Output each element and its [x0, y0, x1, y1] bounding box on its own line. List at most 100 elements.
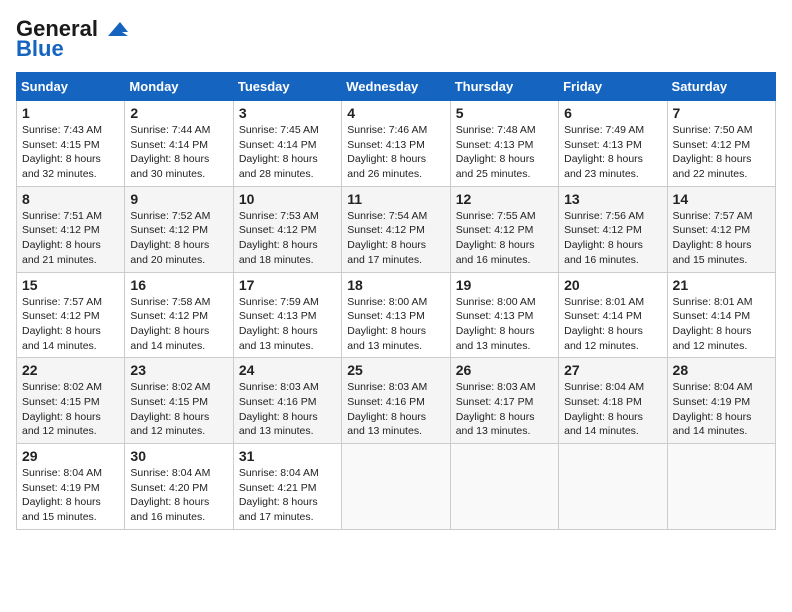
header-cell-thursday: Thursday — [450, 73, 558, 101]
cell-content: Sunrise: 7:56 AMSunset: 4:12 PMDaylight:… — [564, 210, 644, 266]
day-number: 7 — [673, 105, 770, 121]
day-number: 22 — [22, 362, 119, 378]
cell-content: Sunrise: 7:51 AMSunset: 4:12 PMDaylight:… — [22, 210, 102, 266]
day-number: 6 — [564, 105, 661, 121]
calendar-week-row: 15 Sunrise: 7:57 AMSunset: 4:12 PMDayligh… — [17, 272, 776, 358]
day-number: 14 — [673, 191, 770, 207]
cell-content: Sunrise: 8:03 AMSunset: 4:16 PMDaylight:… — [239, 381, 319, 437]
cell-content: Sunrise: 8:02 AMSunset: 4:15 PMDaylight:… — [130, 381, 210, 437]
calendar-cell: 9 Sunrise: 7:52 AMSunset: 4:12 PMDaylight… — [125, 186, 233, 272]
calendar-cell: 8 Sunrise: 7:51 AMSunset: 4:12 PMDaylight… — [17, 186, 125, 272]
cell-content: Sunrise: 8:04 AMSunset: 4:19 PMDaylight:… — [22, 467, 102, 523]
calendar-cell: 1 Sunrise: 7:43 AMSunset: 4:15 PMDaylight… — [17, 101, 125, 187]
day-number: 25 — [347, 362, 444, 378]
day-number: 31 — [239, 448, 336, 464]
calendar-cell: 6 Sunrise: 7:49 AMSunset: 4:13 PMDaylight… — [559, 101, 667, 187]
cell-content: Sunrise: 7:58 AMSunset: 4:12 PMDaylight:… — [130, 296, 210, 352]
calendar-cell: 20Sunrise: 8:01 AMSunset: 4:14 PMDayligh… — [559, 272, 667, 358]
calendar-cell: 30Sunrise: 8:04 AMSunset: 4:20 PMDayligh… — [125, 444, 233, 530]
header-cell-saturday: Saturday — [667, 73, 775, 101]
calendar-cell — [450, 444, 558, 530]
cell-content: Sunrise: 7:57 AMSunset: 4:12 PMDaylight:… — [22, 296, 102, 352]
calendar-body: 1 Sunrise: 7:43 AMSunset: 4:15 PMDaylight… — [17, 101, 776, 530]
cell-content: Sunrise: 7:50 AMSunset: 4:12 PMDaylight:… — [673, 124, 753, 180]
calendar-cell: 2Sunrise: 7:44 AMSunset: 4:14 PMDaylight… — [125, 101, 233, 187]
day-number: 18 — [347, 277, 444, 293]
calendar-cell: 19 Sunrise: 8:00 AMSunset: 4:13 PMDayligh… — [450, 272, 558, 358]
day-number: 29 — [22, 448, 119, 464]
calendar-week-row: 29 Sunrise: 8:04 AMSunset: 4:19 PMDayligh… — [17, 444, 776, 530]
cell-content: Sunrise: 8:04 AMSunset: 4:18 PMDaylight:… — [564, 381, 644, 437]
day-number: 1 — [22, 105, 119, 121]
day-number: 5 — [456, 105, 553, 121]
cell-content: Sunrise: 8:04 AMSunset: 4:19 PMDaylight:… — [673, 381, 753, 437]
calendar-cell — [667, 444, 775, 530]
logo-icon — [100, 18, 132, 40]
calendar-cell: 22 Sunrise: 8:02 AMSunset: 4:15 PMDayligh… — [17, 358, 125, 444]
cell-content: Sunrise: 7:49 AMSunset: 4:13 PMDaylight:… — [564, 124, 644, 180]
cell-content: Sunrise: 7:57 AMSunset: 4:12 PMDaylight:… — [673, 210, 753, 266]
day-number: 2 — [130, 105, 227, 121]
calendar-cell: 7 Sunrise: 7:50 AMSunset: 4:12 PMDaylight… — [667, 101, 775, 187]
calendar-cell: 10Sunrise: 7:53 AMSunset: 4:12 PMDayligh… — [233, 186, 341, 272]
calendar-cell: 16Sunrise: 7:58 AMSunset: 4:12 PMDayligh… — [125, 272, 233, 358]
cell-content: Sunrise: 7:48 AMSunset: 4:13 PMDaylight:… — [456, 124, 536, 180]
day-number: 15 — [22, 277, 119, 293]
calendar-cell: 13 Sunrise: 7:56 AMSunset: 4:12 PMDayligh… — [559, 186, 667, 272]
cell-content: Sunrise: 8:00 AMSunset: 4:13 PMDaylight:… — [456, 296, 536, 352]
day-number: 4 — [347, 105, 444, 121]
day-number: 3 — [239, 105, 336, 121]
cell-content: Sunrise: 8:04 AMSunset: 4:20 PMDaylight:… — [130, 467, 210, 523]
day-number: 28 — [673, 362, 770, 378]
calendar-cell: 31Sunrise: 8:04 AMSunset: 4:21 PMDayligh… — [233, 444, 341, 530]
calendar-table: SundayMondayTuesdayWednesdayThursdayFrid… — [16, 72, 776, 530]
cell-content: Sunrise: 7:52 AMSunset: 4:12 PMDaylight:… — [130, 210, 210, 266]
calendar-header-row: SundayMondayTuesdayWednesdayThursdayFrid… — [17, 73, 776, 101]
cell-content: Sunrise: 7:53 AMSunset: 4:12 PMDaylight:… — [239, 210, 319, 266]
cell-content: Sunrise: 7:54 AMSunset: 4:12 PMDaylight:… — [347, 210, 427, 266]
day-number: 9 — [130, 191, 227, 207]
calendar-cell: 29 Sunrise: 8:04 AMSunset: 4:19 PMDayligh… — [17, 444, 125, 530]
calendar-cell: 3 Sunrise: 7:45 AMSunset: 4:14 PMDaylight… — [233, 101, 341, 187]
calendar-cell: 14 Sunrise: 7:57 AMSunset: 4:12 PMDayligh… — [667, 186, 775, 272]
header-cell-monday: Monday — [125, 73, 233, 101]
day-number: 17 — [239, 277, 336, 293]
calendar-cell: 5 Sunrise: 7:48 AMSunset: 4:13 PMDaylight… — [450, 101, 558, 187]
logo: General Blue — [16, 16, 132, 62]
cell-content: Sunrise: 7:55 AMSunset: 4:12 PMDaylight:… — [456, 210, 536, 266]
day-number: 11 — [347, 191, 444, 207]
cell-content: Sunrise: 7:43 AMSunset: 4:15 PMDaylight:… — [22, 124, 102, 180]
day-number: 19 — [456, 277, 553, 293]
calendar-cell: 15 Sunrise: 7:57 AMSunset: 4:12 PMDayligh… — [17, 272, 125, 358]
cell-content: Sunrise: 8:03 AMSunset: 4:17 PMDaylight:… — [456, 381, 536, 437]
cell-content: Sunrise: 8:01 AMSunset: 4:14 PMDaylight:… — [673, 296, 753, 352]
cell-content: Sunrise: 7:46 AMSunset: 4:13 PMDaylight:… — [347, 124, 427, 180]
calendar-cell: 23 Sunrise: 8:02 AMSunset: 4:15 PMDayligh… — [125, 358, 233, 444]
calendar-cell: 25Sunrise: 8:03 AMSunset: 4:16 PMDayligh… — [342, 358, 450, 444]
header: General Blue — [16, 16, 776, 62]
calendar-week-row: 22 Sunrise: 8:02 AMSunset: 4:15 PMDayligh… — [17, 358, 776, 444]
calendar-cell: 18 Sunrise: 8:00 AMSunset: 4:13 PMDayligh… — [342, 272, 450, 358]
day-number: 12 — [456, 191, 553, 207]
calendar-cell: 24Sunrise: 8:03 AMSunset: 4:16 PMDayligh… — [233, 358, 341, 444]
calendar-cell: 12 Sunrise: 7:55 AMSunset: 4:12 PMDayligh… — [450, 186, 558, 272]
header-cell-tuesday: Tuesday — [233, 73, 341, 101]
header-cell-wednesday: Wednesday — [342, 73, 450, 101]
day-number: 23 — [130, 362, 227, 378]
cell-content: Sunrise: 8:02 AMSunset: 4:15 PMDaylight:… — [22, 381, 102, 437]
day-number: 27 — [564, 362, 661, 378]
cell-content: Sunrise: 8:00 AMSunset: 4:13 PMDaylight:… — [347, 296, 427, 352]
day-number: 20 — [564, 277, 661, 293]
calendar-cell — [342, 444, 450, 530]
cell-content: Sunrise: 7:59 AMSunset: 4:13 PMDaylight:… — [239, 296, 319, 352]
calendar-week-row: 8 Sunrise: 7:51 AMSunset: 4:12 PMDaylight… — [17, 186, 776, 272]
header-cell-sunday: Sunday — [17, 73, 125, 101]
calendar-cell: 4 Sunrise: 7:46 AMSunset: 4:13 PMDaylight… — [342, 101, 450, 187]
logo-blue: Blue — [16, 36, 64, 62]
calendar-cell: 28 Sunrise: 8:04 AMSunset: 4:19 PMDayligh… — [667, 358, 775, 444]
day-number: 8 — [22, 191, 119, 207]
calendar-cell: 21Sunrise: 8:01 AMSunset: 4:14 PMDayligh… — [667, 272, 775, 358]
day-number: 13 — [564, 191, 661, 207]
cell-content: Sunrise: 7:45 AMSunset: 4:14 PMDaylight:… — [239, 124, 319, 180]
header-cell-friday: Friday — [559, 73, 667, 101]
